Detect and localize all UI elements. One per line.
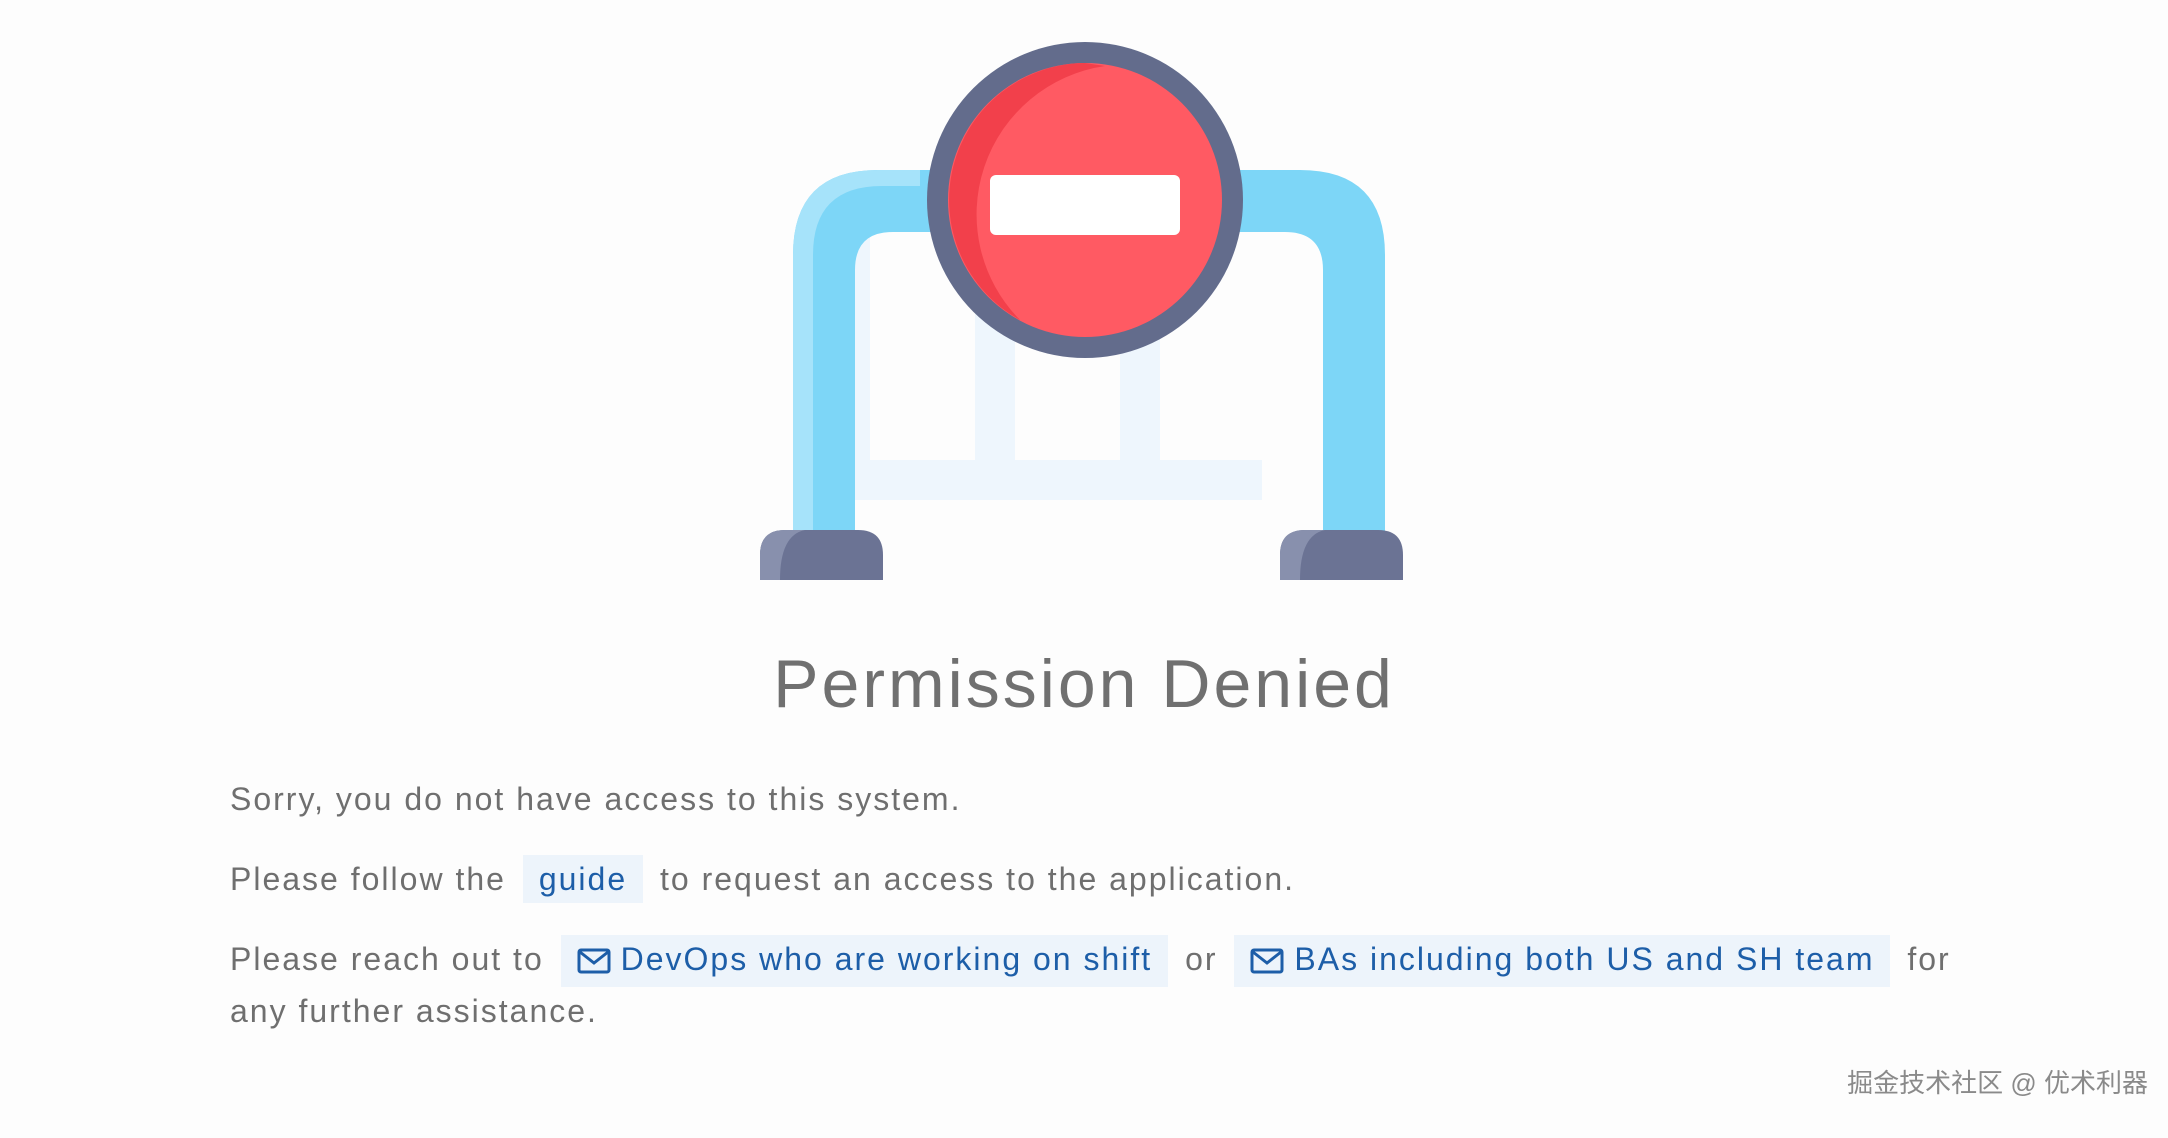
- bas-link-label: BAs including both US and SH team: [1294, 941, 1875, 977]
- no-entry-barrier-icon: [760, 42, 1403, 580]
- contact-message: Please reach out to DevOps who are worki…: [230, 935, 1990, 1035]
- no-access-message: Sorry, you do not have access to this sy…: [230, 781, 962, 817]
- devops-link-label: DevOps who are working on shift: [620, 941, 1153, 977]
- permission-denied-illustration: [760, 40, 1410, 580]
- guide-prefix-text: Please follow the: [230, 861, 506, 897]
- contact-prefix-text: Please reach out to: [230, 941, 544, 977]
- page-title: Permission Denied: [773, 646, 1395, 722]
- mail-icon: [577, 943, 611, 983]
- mail-icon: [1250, 943, 1284, 983]
- devops-email-link[interactable]: DevOps who are working on shift: [560, 935, 1169, 987]
- guide-message: Please follow the guide to request an ac…: [230, 855, 1990, 903]
- bas-email-link[interactable]: BAs including both US and SH team: [1234, 935, 1891, 987]
- guide-link[interactable]: guide: [522, 855, 644, 903]
- guide-suffix-text: to request an access to the application.: [660, 861, 1296, 897]
- message-body: Sorry, you do not have access to this sy…: [230, 775, 1990, 1035]
- watermark: 掘金技术社区 @ 优术利器: [1847, 1068, 2148, 1098]
- or-text: or: [1185, 941, 1218, 977]
